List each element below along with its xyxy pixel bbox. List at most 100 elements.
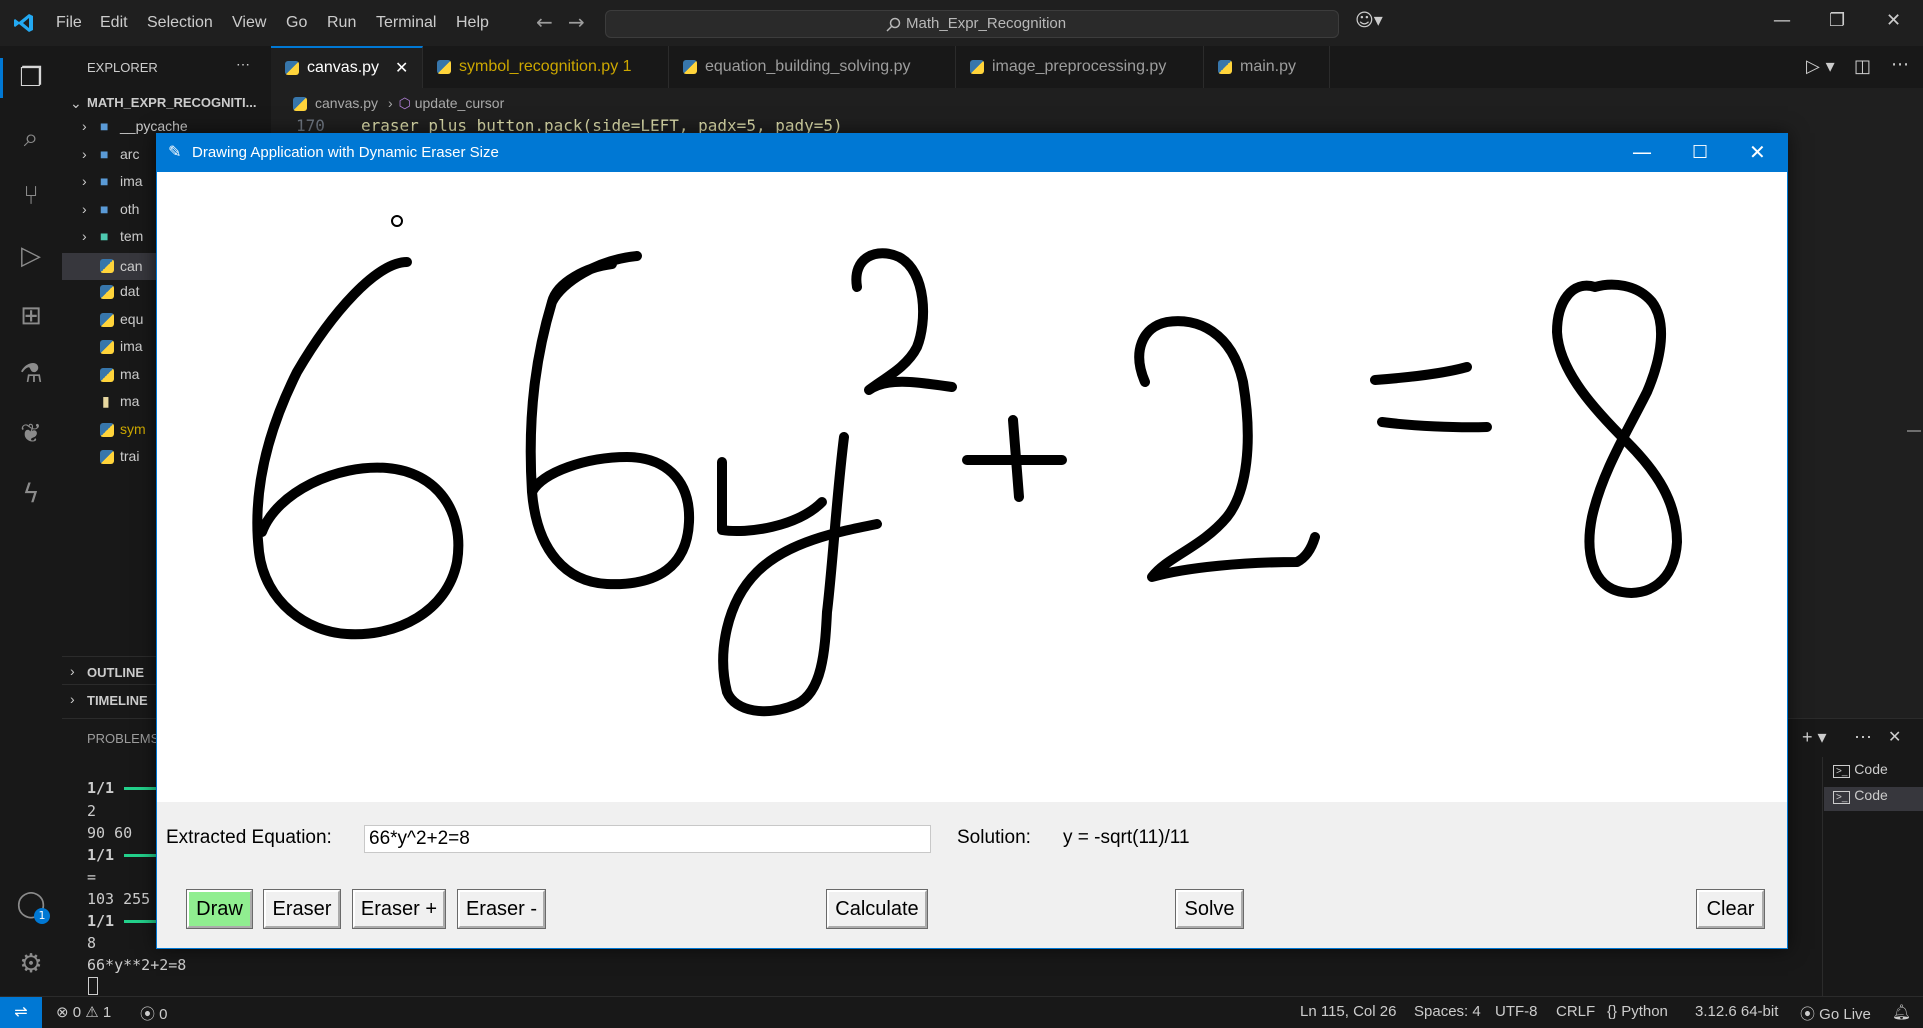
app-title: Drawing Application with Dynamic Eraser … <box>192 144 499 161</box>
source-control-icon[interactable]: ⑂ <box>15 180 47 212</box>
menu-terminal[interactable]: Terminal <box>376 14 436 32</box>
menu-view[interactable]: View <box>232 14 266 32</box>
drawing-app-window: ✎ Drawing Application with Dynamic Erase… <box>156 133 1788 949</box>
tab-symbol-recognition[interactable]: symbol_recognition.py 1 <box>423 46 669 88</box>
calculate-button[interactable]: Calculate <box>826 889 928 929</box>
notifications-bell-icon[interactable]: 🔔︎ <box>1892 1003 1911 1021</box>
search-view-icon[interactable]: ⌕ <box>15 122 47 154</box>
app-maximize-icon[interactable]: ☐ <box>1692 142 1708 163</box>
tab-main[interactable]: main.py <box>1204 46 1330 88</box>
tab-image-preprocessing[interactable]: image_preprocessing.py <box>956 46 1204 88</box>
method-icon: ⬡ <box>398 95 411 111</box>
more-actions-icon[interactable]: ⋯ <box>236 56 250 73</box>
tab-equation-building-solving[interactable]: equation_building_solving.py <box>669 46 956 88</box>
terminal-line: 66*y**2+2=8 <box>87 956 187 974</box>
terminal-line: 90 60 <box>87 824 133 842</box>
panel-tab-problems[interactable]: PROBLEMS <box>87 731 159 746</box>
solve-button[interactable]: Solve <box>1175 889 1244 929</box>
drawing-canvas[interactable] <box>157 172 1787 802</box>
encoding[interactable]: UTF-8 <box>1495 1003 1538 1020</box>
draw-button[interactable]: Draw <box>186 889 253 929</box>
menu-help[interactable]: Help <box>456 14 489 32</box>
terminal-instance-active[interactable]: >_ Code <box>1824 787 1923 811</box>
app-close-icon[interactable]: ✕ <box>1749 140 1766 164</box>
search-text: Math_Expr_Recognition <box>906 15 1067 32</box>
workspace-root[interactable]: MATH_EXPR_RECOGNITI... <box>87 95 257 110</box>
feather-icon: ✎ <box>168 142 182 161</box>
run-debug-icon[interactable]: ▷ <box>15 240 47 272</box>
cursor-position[interactable]: Ln 115, Col 26 <box>1300 1003 1396 1020</box>
python-file-icon <box>285 61 299 75</box>
minimize-icon[interactable]: — <box>1773 10 1791 31</box>
stroke-digit-8 <box>1552 279 1682 598</box>
close-tab-icon[interactable]: ✕ <box>395 58 408 78</box>
chevron-down-icon[interactable]: ⌄ <box>70 95 82 112</box>
close-panel-icon[interactable]: ✕ <box>1888 727 1901 747</box>
eraser-minus-button[interactable]: Eraser - <box>457 889 546 929</box>
language-mode[interactable]: {} Python <box>1607 1003 1668 1020</box>
terminal-line: 1/1 <box>87 846 115 864</box>
line-endings[interactable]: CRLF <box>1556 1003 1595 1020</box>
eraser-plus-button[interactable]: Eraser + <box>352 889 446 929</box>
chevron-right-icon[interactable]: › <box>70 663 75 679</box>
solution-value: y = -sqrt(11)/11 <box>1063 827 1190 848</box>
vscode-logo-icon <box>14 14 33 32</box>
editor-tab-bar: canvas.py ✕ symbol_recognition.py 1 equat… <box>271 46 1923 89</box>
stroke-digit-6b <box>525 251 695 590</box>
testing-icon[interactable]: ⚗ <box>15 358 47 390</box>
outline-section[interactable]: OUTLINE <box>87 665 144 680</box>
command-center-search[interactable]: Math_Expr_Recognition <box>605 10 1339 38</box>
restore-icon[interactable]: ❐ <box>1829 10 1845 31</box>
settings-gear-icon[interactable]: ⚙ <box>15 948 47 980</box>
breadcrumb-symbol[interactable]: update_cursor <box>415 95 505 111</box>
menu-file[interactable]: File <box>56 14 82 32</box>
menu-run[interactable]: Run <box>327 14 356 32</box>
timeline-section[interactable]: TIMELINE <box>87 693 148 708</box>
title-bar: File Edit Selection View Go Run Terminal… <box>0 0 1923 47</box>
menu-selection[interactable]: Selection <box>147 14 213 32</box>
explorer-title: EXPLORER <box>87 60 158 75</box>
eraser-cursor <box>391 215 403 227</box>
status-bar: ⇌ ⊗ 0 ⚠ 1 ⦿ 0 Ln 115, Col 26 Spaces: 4 U… <box>0 996 1923 1028</box>
more-actions-icon[interactable]: ⋯ <box>1891 54 1909 75</box>
python-file-icon <box>1218 60 1232 74</box>
menu-edit[interactable]: Edit <box>100 14 128 32</box>
activity-bar: ❐ ⌕ ⑂ ▷ ⊞ ⚗ ❦ ϟ ◯ 1 ⚙ <box>0 46 63 996</box>
stroke-letter-y <box>717 432 882 717</box>
terminal-cursor <box>88 977 98 995</box>
extracted-equation-field[interactable]: 66*y^2+2=8 <box>364 825 931 853</box>
breadcrumb: canvas.py › ⬡ update_cursor <box>293 95 504 112</box>
breadcrumb-file[interactable]: canvas.py <box>315 95 378 111</box>
divider <box>1822 757 1823 997</box>
ports-status[interactable]: ⦿ 0 <box>140 1003 168 1024</box>
handwritten-equation-strokes <box>252 215 1682 717</box>
more-actions-icon[interactable]: ⋯ <box>1854 727 1872 748</box>
go-live-button[interactable]: ⦿ Go Live <box>1800 1003 1871 1024</box>
stroke-digit-6a <box>252 257 464 640</box>
mongodb-leaf-icon[interactable]: ❦ <box>15 418 47 450</box>
extensions-icon[interactable]: ⊞ <box>15 300 47 332</box>
clear-button[interactable]: Clear <box>1696 889 1765 929</box>
thunder-client-icon[interactable]: ϟ <box>15 478 47 510</box>
eraser-button[interactable]: Eraser <box>263 889 341 929</box>
new-terminal-icon[interactable]: + ▾ <box>1802 727 1827 748</box>
explorer-icon[interactable]: ❐ <box>15 62 47 94</box>
split-editor-icon[interactable]: ◫ <box>1854 56 1871 77</box>
app-title-bar: ✎ Drawing Application with Dynamic Erase… <box>157 134 1787 172</box>
chevron-right-icon[interactable]: › <box>70 691 75 707</box>
back-arrow-icon[interactable]: ← <box>536 10 553 34</box>
app-minimize-icon[interactable]: — <box>1632 140 1652 164</box>
forward-arrow-icon[interactable]: → <box>568 10 585 34</box>
close-window-icon[interactable]: ✕ <box>1886 10 1901 31</box>
remote-icon[interactable]: ⇌ <box>0 997 42 1028</box>
terminal-line: = <box>87 868 97 886</box>
tab-canvas[interactable]: canvas.py ✕ <box>271 46 423 88</box>
run-file-icon[interactable]: ▷ ▾ <box>1806 56 1835 77</box>
indentation[interactable]: Spaces: 4 <box>1414 1003 1481 1020</box>
copilot-icon[interactable]: ☺▾ <box>1355 10 1383 31</box>
problems-status[interactable]: ⊗ 0 ⚠ 1 <box>56 1003 111 1021</box>
terminal-instance[interactable]: >_ Code <box>1833 761 1923 785</box>
menu-go[interactable]: Go <box>286 14 307 32</box>
interpreter-version[interactable]: 3.12.6 64-bit <box>1695 1003 1778 1020</box>
python-file-icon <box>683 60 697 74</box>
